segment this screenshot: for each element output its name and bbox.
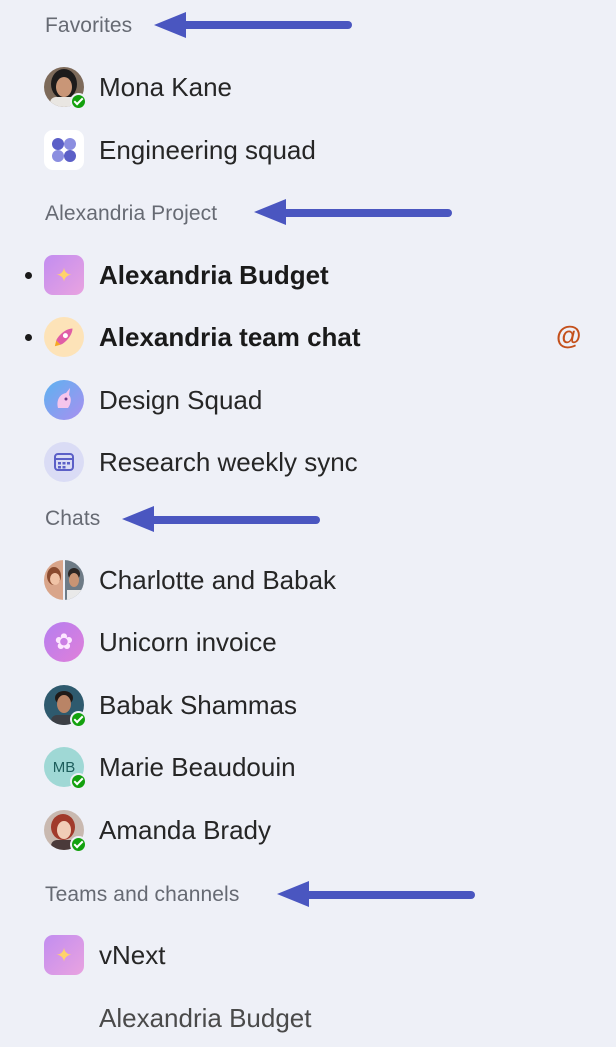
chat-item-charlotte-and-babak[interactable]: Charlotte and Babak: [0, 551, 616, 609]
channel-item-alexandria-budget[interactable]: Alexandria Budget: [0, 989, 616, 1047]
team-item-vnext[interactable]: ✦ vNext: [0, 926, 616, 984]
chat-item-label: Charlotte and Babak: [99, 565, 337, 595]
unicorn-icon: [44, 380, 84, 420]
chat-item-unicorn-invoice[interactable]: ✿ Unicorn invoice: [0, 613, 616, 671]
section-header-alexandria-project[interactable]: Alexandria Project: [45, 201, 217, 227]
chat-item-amanda-brady[interactable]: Amanda Brady: [0, 801, 616, 859]
section-header-teams-and-channels[interactable]: Teams and channels: [45, 882, 239, 908]
chat-item-label: Amanda Brady: [99, 815, 271, 845]
chat-item-label: Marie Beaudouin: [99, 752, 296, 782]
presence-available-icon: [70, 773, 87, 790]
chat-item-mona-kane[interactable]: Mona Kane: [0, 58, 616, 116]
favorites-arrow: [154, 12, 352, 38]
group-avatar: [44, 560, 84, 600]
unread-dot: [25, 334, 32, 341]
mention-icon: @: [556, 320, 582, 350]
chat-item-design-squad[interactable]: Design Squad: [0, 371, 616, 429]
chat-item-label: Design Squad: [99, 385, 263, 415]
chats-arrow: [122, 506, 320, 532]
avatar: MB: [44, 747, 87, 790]
chat-item-label: Mona Kane: [99, 72, 232, 102]
teams-arrow: [277, 881, 475, 907]
section-header-chats[interactable]: Chats: [45, 506, 100, 532]
chat-item-label: Babak Shammas: [99, 690, 297, 720]
chat-item-label: Engineering squad: [99, 135, 316, 165]
chat-item-research-weekly-sync[interactable]: Research weekly sync: [0, 433, 616, 491]
chat-item-label: Research weekly sync: [99, 447, 358, 477]
flower-icon: ✿: [44, 622, 84, 662]
chat-item-alexandria-budget[interactable]: ✦ Alexandria Budget: [0, 246, 616, 304]
chat-list-pane: Favorites Mona Kane Engineering squad Al…: [0, 0, 616, 1045]
channel-item-label: Alexandria Budget: [99, 1003, 312, 1033]
unread-dot: [25, 272, 32, 279]
chat-item-label: Alexandria team chat: [99, 322, 361, 352]
sparkle-icon: ✦: [44, 255, 84, 295]
sparkle-icon: ✦: [44, 935, 84, 975]
group-grid-icon: [44, 130, 84, 170]
avatar: [44, 685, 87, 728]
section-header-favorites[interactable]: Favorites: [45, 13, 132, 39]
team-item-label: vNext: [99, 940, 166, 970]
rocket-icon: [44, 317, 84, 357]
chat-item-alexandria-team-chat[interactable]: Alexandria team chat @: [0, 308, 616, 366]
chat-item-label: Unicorn invoice: [99, 627, 277, 657]
avatar: [44, 810, 87, 853]
presence-available-icon: [70, 93, 87, 110]
presence-available-icon: [70, 836, 87, 853]
project-arrow: [254, 199, 452, 225]
calendar-icon: [44, 442, 84, 482]
avatar: [44, 67, 87, 110]
chat-item-babak-shammas[interactable]: Babak Shammas: [0, 676, 616, 734]
presence-available-icon: [70, 711, 87, 728]
chat-item-marie-beaudouin[interactable]: MB Marie Beaudouin: [0, 738, 616, 796]
chat-item-label: Alexandria Budget: [99, 260, 329, 290]
chat-item-engineering-squad[interactable]: Engineering squad: [0, 121, 616, 179]
